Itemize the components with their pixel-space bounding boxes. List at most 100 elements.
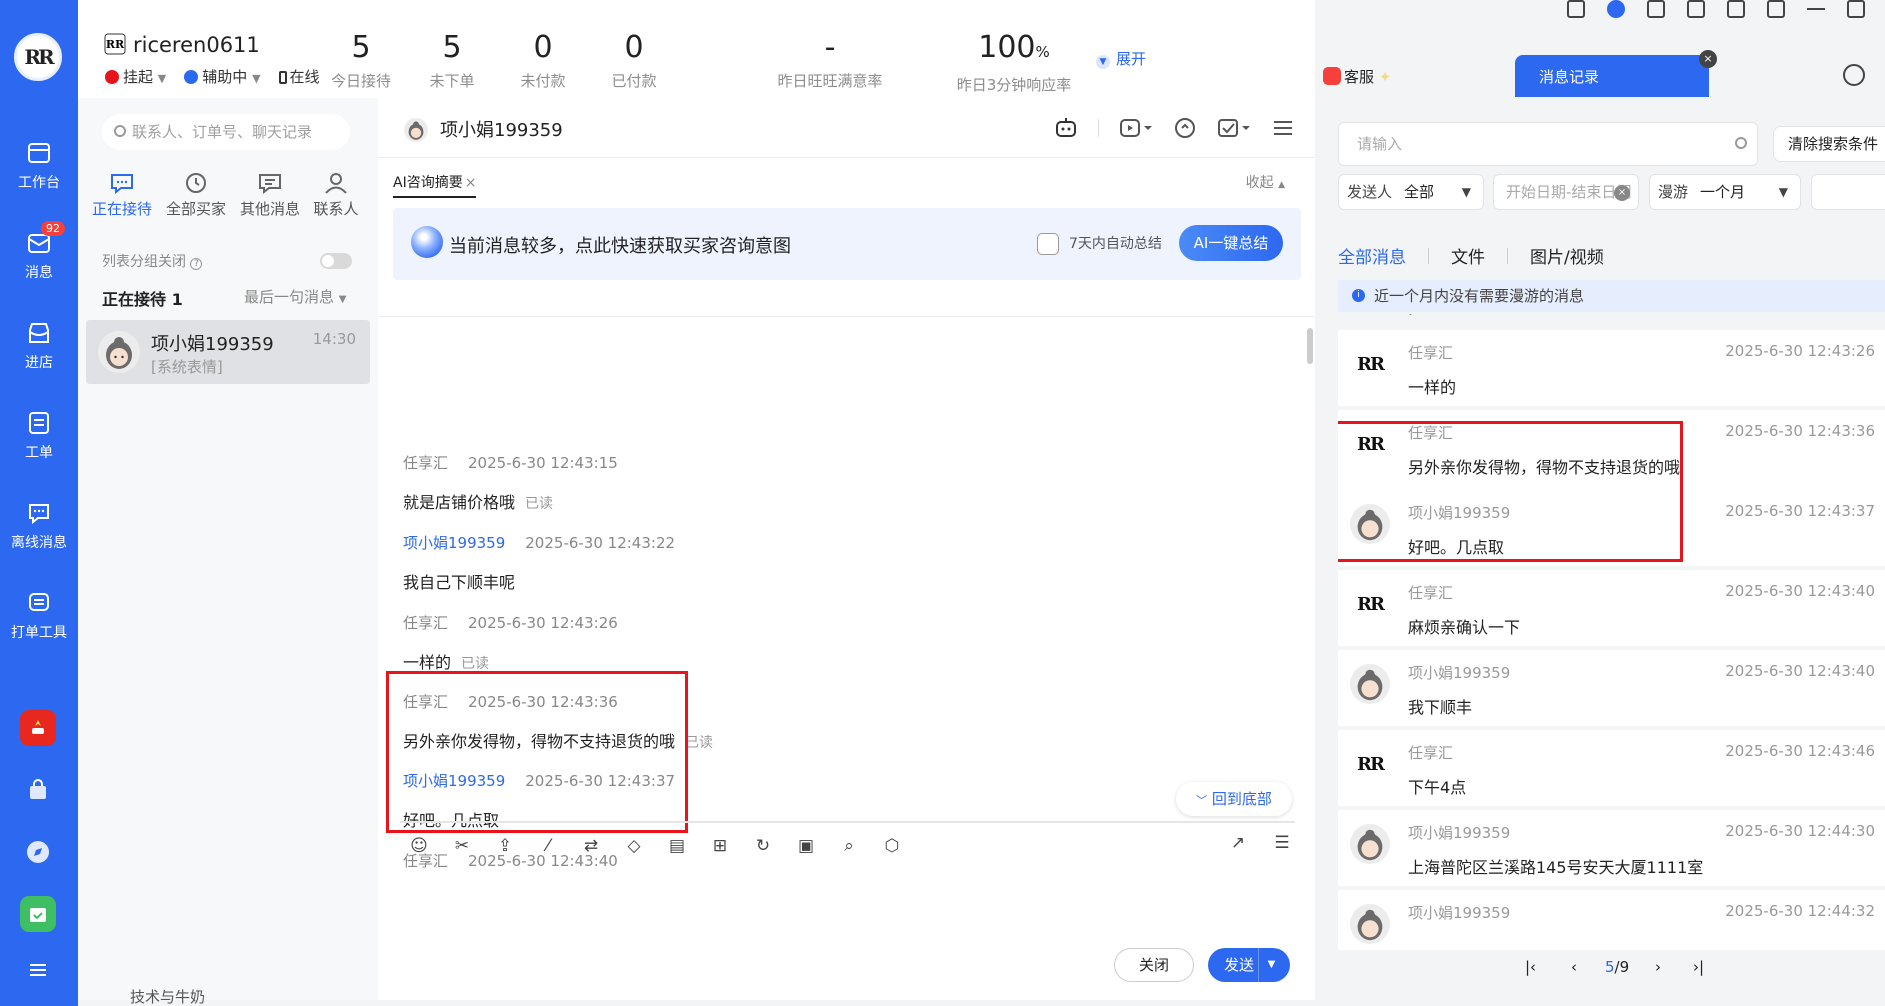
maximize-icon[interactable] [1847, 0, 1865, 18]
date-placeholder: 开始日期-结束日期 [1506, 183, 1632, 201]
collapse-button[interactable]: 收起 ▲ [1246, 172, 1285, 192]
user-icon[interactable] [1607, 0, 1625, 18]
top-stats-bar: RR riceren0611 挂起 ▼ 辅助中 ▼ 在线 5 今日接待 5 未下单 … [78, 0, 1318, 98]
close-icon[interactable]: × [1699, 50, 1717, 68]
share-icon[interactable]: ↗ [1225, 833, 1251, 859]
tab-message-history[interactable]: 消息记录 [1515, 55, 1709, 97]
upload-icon[interactable]: ⇪ [492, 833, 518, 859]
message-time: 2025-6-30 12:43:22 [525, 534, 676, 552]
nav-tickets[interactable]: 工单 [0, 410, 78, 462]
next-page-icon[interactable]: › [1655, 958, 1661, 976]
first-page-icon[interactable]: |‹ [1525, 958, 1536, 976]
sort-dropdown[interactable]: 最后一句消息 ▼ [244, 286, 347, 307]
send-label: 发送 [1224, 956, 1255, 974]
settings-hex-icon[interactable]: ⬡ [879, 833, 905, 859]
robot-icon[interactable] [1054, 116, 1078, 140]
coupon-icon[interactable]: ◇ [621, 833, 647, 859]
history-dropdown-icon[interactable]: ☰ [1269, 833, 1295, 859]
divider [1428, 247, 1429, 264]
contact-search-input[interactable]: 联系人、订单号、聊天记录 [102, 114, 350, 150]
sort-label: 最后一句消息 [244, 288, 335, 306]
shirt-icon[interactable] [1687, 0, 1705, 18]
tab-all-messages[interactable]: 全部消息 [1338, 243, 1406, 268]
shopping-bag-icon[interactable] [20, 772, 56, 808]
clear-filters-button[interactable]: 清除搜索条件 [1773, 126, 1885, 162]
settings-icon[interactable] [1727, 0, 1745, 18]
more-filter-button[interactable] [1811, 174, 1885, 210]
tab-contacts[interactable]: 联系人 [298, 172, 374, 219]
assist-status[interactable]: 辅助中 ▼ [184, 66, 261, 87]
close-icon[interactable]: × [465, 175, 477, 191]
sender-filter[interactable]: 发送人 全部 ▼ [1338, 174, 1484, 210]
account-avatar-icon: RR [104, 33, 126, 55]
expand-stats-button[interactable]: ▼ 展开 [1096, 48, 1146, 69]
emoji-icon[interactable]: ☺ [406, 833, 432, 859]
group-toggle-switch[interactable] [320, 253, 352, 269]
nav-print-tool[interactable]: 打单工具 [0, 590, 78, 642]
tab-ai-summary[interactable]: AI咨询摘要 × [393, 172, 477, 198]
send-options-icon[interactable]: ▼ [1258, 948, 1284, 982]
tab-files[interactable]: 文件 [1451, 243, 1485, 268]
nav-label: 打单工具 [11, 625, 67, 641]
divider [378, 316, 1315, 317]
scissors-icon[interactable]: ✂ [449, 833, 475, 859]
invoice-icon[interactable]: ▤ [664, 833, 690, 859]
document-icon[interactable]: ▣ [793, 833, 819, 859]
quick-phrase-icon[interactable]: ⁄ [535, 833, 561, 859]
minimize-icon[interactable] [1807, 8, 1825, 10]
clear-icon[interactable]: × [1614, 185, 1630, 201]
doc-icon[interactable] [1647, 0, 1665, 18]
tab-media[interactable]: 图片/视频 [1530, 243, 1604, 268]
tab-customer-service[interactable]: 客服 ✦ [1323, 66, 1391, 87]
send-button[interactable]: 发送 ▼ [1208, 948, 1290, 982]
close-button[interactable]: 关闭 [1114, 948, 1194, 982]
more-menu-icon[interactable] [1271, 116, 1295, 140]
nav-workbench[interactable]: 工作台 [0, 140, 78, 192]
tab-all-buyers[interactable]: 全部买家 [158, 172, 234, 219]
nav-messages[interactable]: 92 消息 [0, 221, 78, 282]
nav-label: 离线消息 [11, 535, 67, 551]
auto-summary-checkbox[interactable] [1037, 233, 1059, 255]
video-icon[interactable] [1119, 116, 1153, 140]
tab-receiving[interactable]: 正在接待 [84, 172, 160, 219]
buyer-avatar [1350, 904, 1390, 944]
phone-icon[interactable] [1567, 0, 1585, 18]
ai-banner-text[interactable]: 当前消息较多，点此快速获取买家咨询意图 [449, 232, 791, 258]
history-text: 上海普陀区兰溪路145号安天大厦1111室 [1408, 858, 1704, 877]
nav-offline-messages[interactable]: 离线消息 [0, 500, 78, 552]
prev-page-icon[interactable]: ‹ [1571, 958, 1577, 976]
ai-summary-button[interactable]: AI一键总结 [1179, 225, 1283, 261]
ai-summary-banner: 当前消息较多，点此快速获取买家咨询意图 7天内自动总结 AI一键总结 [393, 208, 1301, 280]
date-range-input[interactable]: 开始日期-结束日期 × [1493, 174, 1639, 210]
nav-label: 消息 [25, 265, 53, 281]
menu-icon[interactable] [20, 952, 56, 988]
pin-icon[interactable] [1767, 0, 1785, 18]
task-check-icon[interactable] [1217, 116, 1251, 140]
last-page-icon[interactable]: ›| [1693, 958, 1704, 976]
filter-value: 全部 [1404, 183, 1435, 201]
shop-logo[interactable]: RR [14, 33, 62, 81]
compass-icon[interactable] [20, 834, 56, 870]
history-search-input[interactable]: 请输入 [1338, 122, 1758, 166]
message-sender[interactable]: 项小娟199359 [403, 534, 505, 552]
stat-label: 昨日旺旺满意率 [777, 72, 883, 90]
suspend-status[interactable]: 挂起 ▼ [105, 66, 166, 87]
calendar-app-icon[interactable] [20, 896, 56, 932]
input-divider[interactable] [400, 821, 1295, 823]
back-to-bottom-button[interactable]: ﹀ 回到底部 [1176, 782, 1292, 816]
add-card-icon[interactable]: ⊞ [707, 833, 733, 859]
scrollbar-thumb[interactable] [1307, 328, 1313, 364]
roam-filter[interactable]: 漫游 一个月 ▼ [1649, 174, 1801, 210]
chevron-down-icon: ﹀ [1196, 794, 1208, 807]
transfer-icon[interactable] [1173, 116, 1197, 140]
input-toolbar: ☺ ✂ ⇪ ⁄ ⇄ ◇ ▤ ⊞ ↻ ▣ ⌕ ⬡ [406, 833, 905, 859]
rotate-icon[interactable]: ↻ [750, 833, 776, 859]
divider [1098, 119, 1099, 137]
nav-store[interactable]: 进店 [0, 320, 78, 372]
search-order-icon[interactable]: ⌕ [836, 833, 862, 859]
tab-other-messages[interactable]: 其他消息 [232, 172, 308, 219]
refresh-icon[interactable] [1843, 64, 1865, 86]
conversation-item[interactable]: 项小娟199359 [系统表情] 14:30 [86, 320, 370, 384]
exchange-icon[interactable]: ⇄ [578, 833, 604, 859]
wangdianbao-app-icon[interactable] [20, 710, 56, 746]
